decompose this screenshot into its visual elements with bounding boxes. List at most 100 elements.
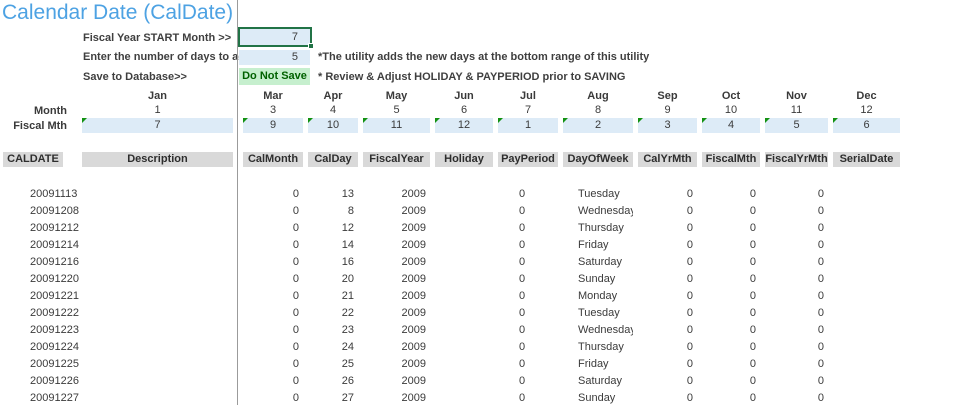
fiscal-month-cell[interactable]: 5 [765, 118, 828, 133]
cell-payperiod[interactable]: 0 [498, 203, 558, 220]
column-header-fiscalmth[interactable]: FiscalMth [702, 152, 760, 167]
cell-caldate[interactable]: 20091226 [0, 373, 90, 390]
cell-calyrmth[interactable]: 0 [638, 203, 697, 220]
cell-fiscalyrmth[interactable]: 0 [765, 237, 828, 254]
cell-calmonth[interactable]: 0 [243, 186, 303, 203]
cell-fiscalyear[interactable]: 2009 [363, 237, 430, 254]
cell-dayofweek[interactable]: Saturday [563, 373, 633, 390]
column-header-calyrmth[interactable]: CalYrMth [638, 152, 697, 167]
cell-calyrmth[interactable]: 0 [638, 220, 697, 237]
cell-fiscalyear[interactable]: 2009 [363, 373, 430, 390]
cell-fiscalmth[interactable]: 0 [702, 186, 760, 203]
cell-calmonth[interactable]: 0 [243, 237, 303, 254]
cell-dayofweek[interactable]: Thursday [563, 220, 633, 237]
cell-fiscalmth[interactable]: 0 [702, 254, 760, 271]
cell-calday[interactable]: 26 [308, 373, 358, 390]
cell-fiscalyrmth[interactable]: 0 [765, 305, 828, 322]
cell-fiscalyrmth[interactable]: 0 [765, 220, 828, 237]
cell-fiscalmth[interactable]: 0 [702, 322, 760, 339]
cell-calday[interactable]: 12 [308, 220, 358, 237]
fiscal-start-month-cell[interactable]: 7 [238, 27, 312, 47]
cell-fiscalmth[interactable]: 0 [702, 288, 760, 305]
cell-calday[interactable]: 8 [308, 203, 358, 220]
cell-payperiod[interactable]: 0 [498, 288, 558, 305]
column-header-calday[interactable]: CalDay [308, 152, 358, 167]
cell-calyrmth[interactable]: 0 [638, 356, 697, 373]
column-header-serialdate[interactable]: SerialDate [833, 152, 900, 167]
fiscal-month-cell[interactable]: 4 [702, 118, 760, 133]
column-header-fiscalyear[interactable]: FiscalYear [363, 152, 430, 167]
cell-calday[interactable]: 14 [308, 237, 358, 254]
cell-calmonth[interactable]: 0 [243, 373, 303, 390]
cell-calyrmth[interactable]: 0 [638, 322, 697, 339]
cell-fiscalyrmth[interactable]: 0 [765, 186, 828, 203]
cell-payperiod[interactable]: 0 [498, 186, 558, 203]
fiscal-month-cell[interactable]: 1 [498, 118, 558, 133]
cell-fiscalyear[interactable]: 2009 [363, 254, 430, 271]
fiscal-month-cell[interactable]: 3 [638, 118, 697, 133]
cell-caldate[interactable]: 20091214 [0, 237, 90, 254]
cell-fiscalyrmth[interactable]: 0 [765, 203, 828, 220]
cell-fiscalmth[interactable]: 0 [702, 390, 760, 407]
cell-calmonth[interactable]: 0 [243, 254, 303, 271]
cell-calyrmth[interactable]: 0 [638, 305, 697, 322]
cell-payperiod[interactable]: 0 [498, 237, 558, 254]
cell-payperiod[interactable]: 0 [498, 339, 558, 356]
cell-dayofweek[interactable]: Tuesday [563, 305, 633, 322]
cell-payperiod[interactable]: 0 [498, 254, 558, 271]
cell-calyrmth[interactable]: 0 [638, 254, 697, 271]
cell-calday[interactable]: 20 [308, 271, 358, 288]
cell-fiscalyear[interactable]: 2009 [363, 305, 430, 322]
cell-fiscalyrmth[interactable]: 0 [765, 339, 828, 356]
cell-fiscalyear[interactable]: 2009 [363, 271, 430, 288]
cell-fiscalyrmth[interactable]: 0 [765, 288, 828, 305]
cell-calyrmth[interactable]: 0 [638, 373, 697, 390]
cell-calmonth[interactable]: 0 [243, 203, 303, 220]
column-header-calmonth[interactable]: CalMonth [243, 152, 303, 167]
cell-dayofweek[interactable]: Monday [563, 288, 633, 305]
cell-calmonth[interactable]: 0 [243, 390, 303, 407]
cell-dayofweek[interactable]: Sunday [563, 271, 633, 288]
cell-calday[interactable]: 23 [308, 322, 358, 339]
cell-caldate[interactable]: 20091212 [0, 220, 90, 237]
cell-calyrmth[interactable]: 0 [638, 390, 697, 407]
cell-calday[interactable]: 25 [308, 356, 358, 373]
cell-caldate[interactable]: 20091220 [0, 271, 90, 288]
cell-payperiod[interactable]: 0 [498, 373, 558, 390]
cell-fiscalyear[interactable]: 2009 [363, 390, 430, 407]
cell-fiscalyrmth[interactable]: 0 [765, 356, 828, 373]
cell-caldate[interactable]: 20091221 [0, 288, 90, 305]
fiscal-month-cell[interactable]: 2 [563, 118, 633, 133]
cell-fiscalmth[interactable]: 0 [702, 271, 760, 288]
cell-fiscalmth[interactable]: 0 [702, 339, 760, 356]
cell-fiscalyear[interactable]: 2009 [363, 339, 430, 356]
cell-fiscalyrmth[interactable]: 0 [765, 390, 828, 407]
column-header-fiscalyrmth[interactable]: FiscalYrMth [765, 152, 828, 167]
cell-caldate[interactable]: 20091224 [0, 339, 90, 356]
cell-payperiod[interactable]: 0 [498, 220, 558, 237]
cell-calday[interactable]: 13 [308, 186, 358, 203]
cell-calyrmth[interactable]: 0 [638, 271, 697, 288]
cell-fiscalmth[interactable]: 0 [702, 356, 760, 373]
cell-dayofweek[interactable]: Sunday [563, 390, 633, 407]
cell-payperiod[interactable]: 0 [498, 271, 558, 288]
cell-calmonth[interactable]: 0 [243, 220, 303, 237]
cell-calmonth[interactable]: 0 [243, 339, 303, 356]
cell-fiscalmth[interactable]: 0 [702, 373, 760, 390]
cell-fiscalyrmth[interactable]: 0 [765, 254, 828, 271]
cell-calday[interactable]: 22 [308, 305, 358, 322]
column-header-description[interactable]: Description [82, 152, 233, 167]
cell-payperiod[interactable]: 0 [498, 305, 558, 322]
cell-payperiod[interactable]: 0 [498, 356, 558, 373]
cell-caldate[interactable]: 20091223 [0, 322, 90, 339]
fiscal-month-cell[interactable]: 10 [308, 118, 358, 133]
column-header-dayofweek[interactable]: DayOfWeek [563, 152, 633, 167]
cell-calmonth[interactable]: 0 [243, 271, 303, 288]
cell-fiscalmth[interactable]: 0 [702, 220, 760, 237]
cell-calmonth[interactable]: 0 [243, 356, 303, 373]
cell-calyrmth[interactable]: 0 [638, 237, 697, 254]
cell-caldate[interactable]: 20091225 [0, 356, 90, 373]
fiscal-month-cell[interactable]: 9 [243, 118, 303, 133]
cell-calyrmth[interactable]: 0 [638, 186, 697, 203]
cell-dayofweek[interactable]: Friday [563, 237, 633, 254]
